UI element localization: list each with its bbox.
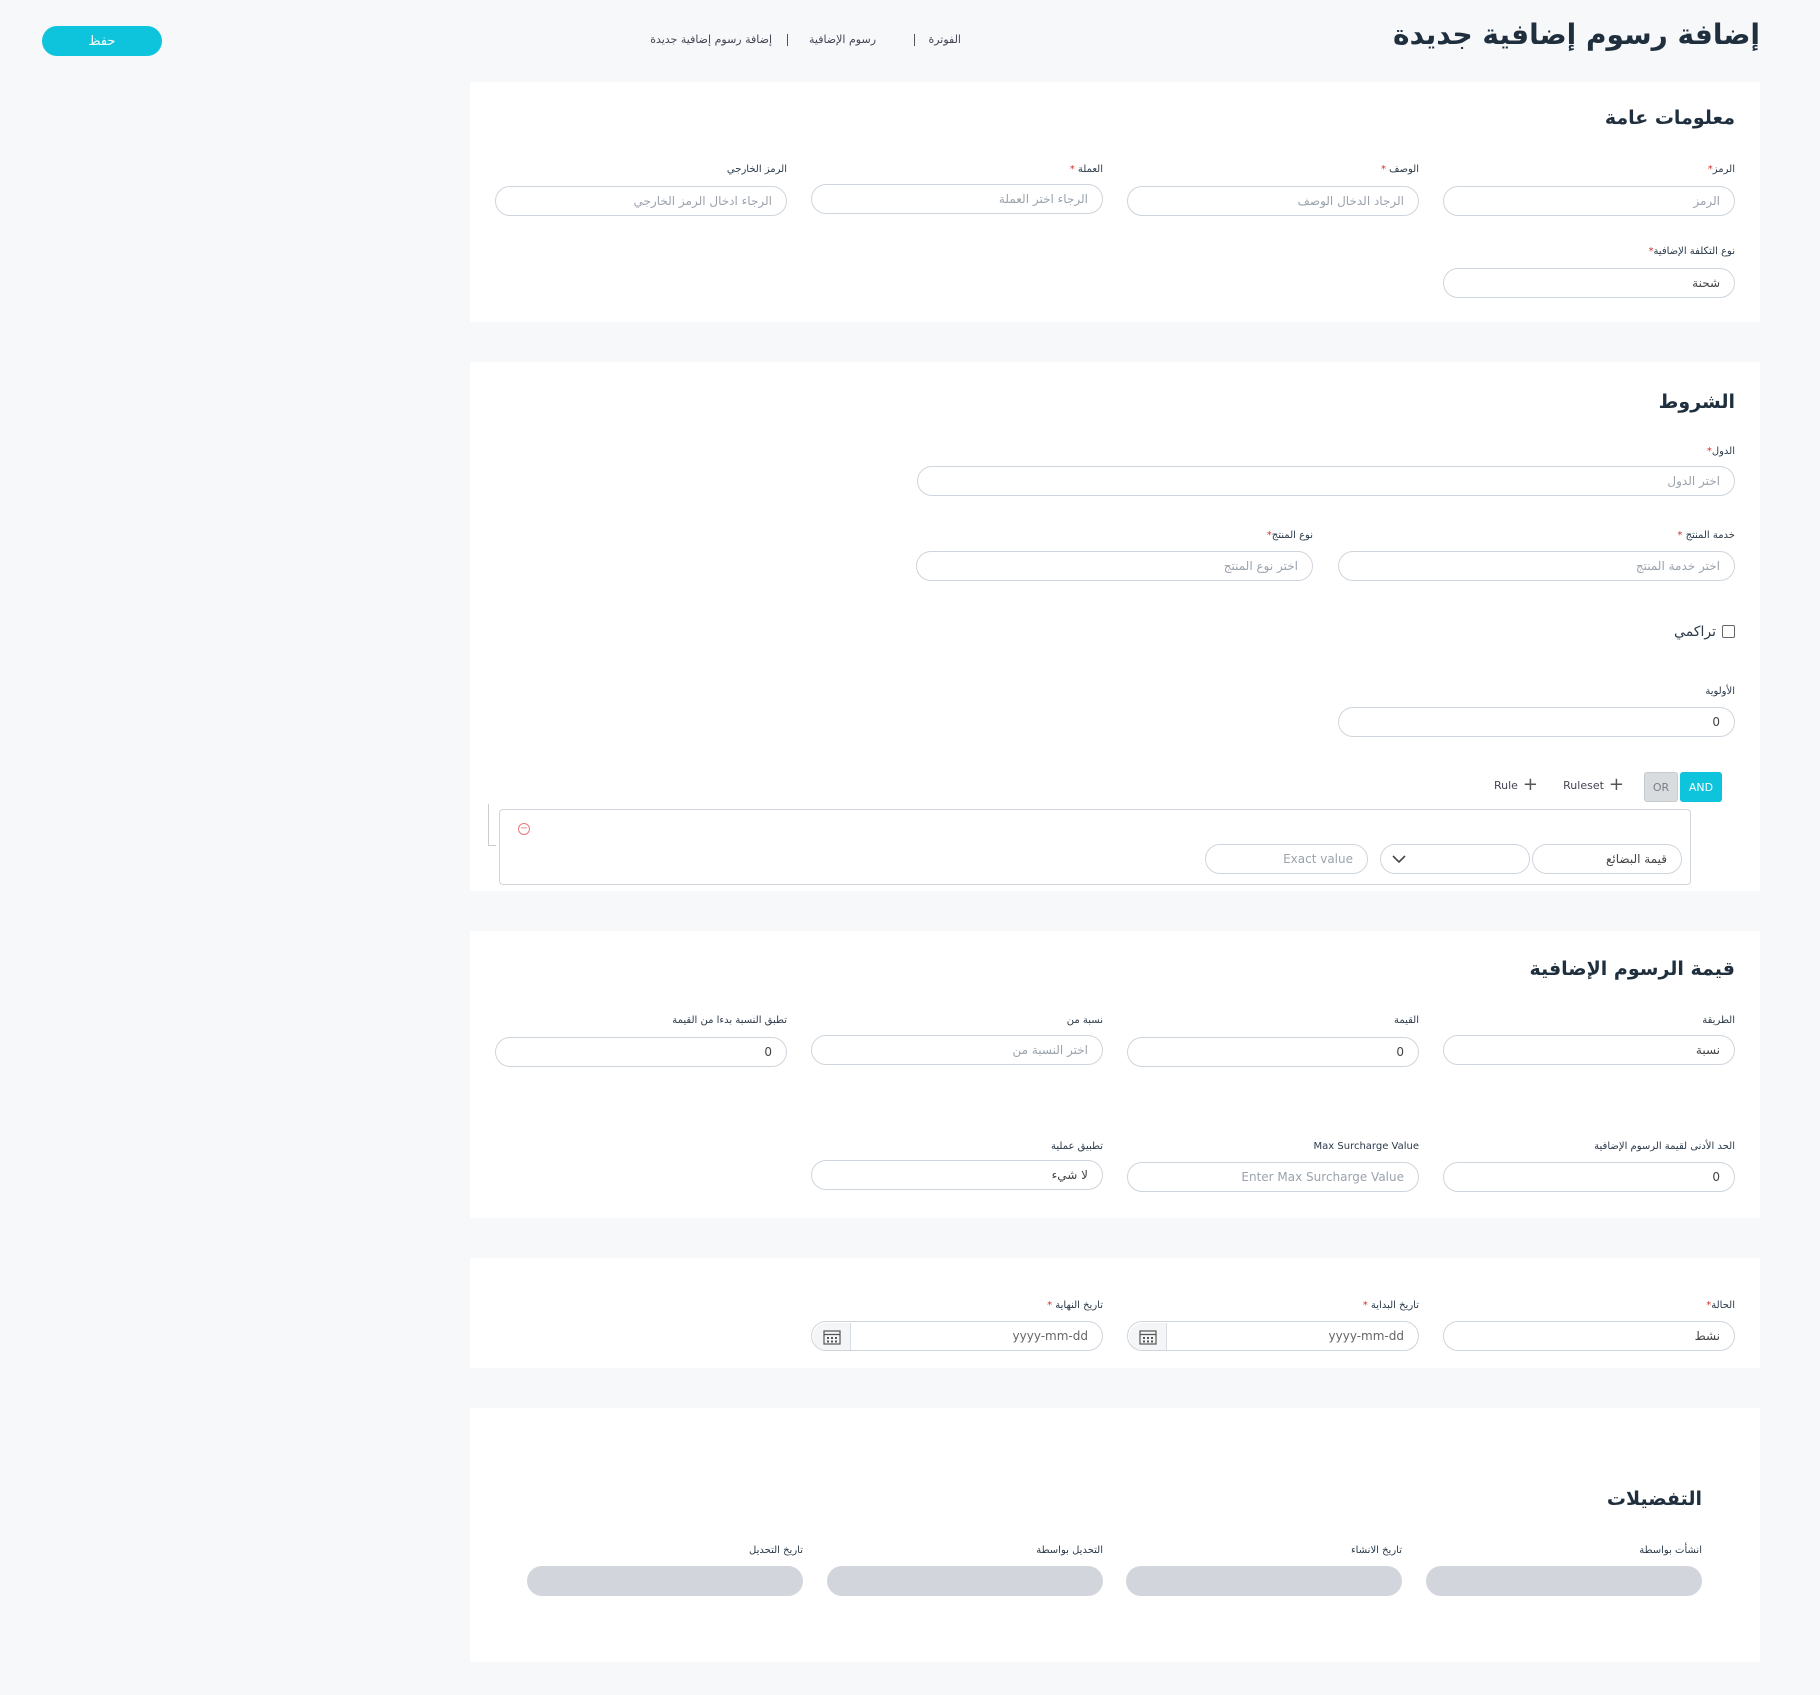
breadcrumb-separator — [914, 34, 915, 46]
created-by-label: انشأت بواسطة — [1639, 1545, 1702, 1556]
external-code-label: الرمز الخارجي — [726, 164, 787, 175]
end-date-placeholder: yyyy-mm-dd — [1012, 1329, 1088, 1343]
conditions-card: الشروط الدول* اختر الدول خدمة المنتج * ا… — [470, 362, 1760, 891]
min-value-input[interactable]: 0 — [1443, 1162, 1735, 1192]
rule-value-input[interactable]: Exact value — [1205, 844, 1368, 874]
description-input[interactable]: الرجاد الدخال الوصف — [1127, 186, 1419, 216]
breadcrumb-surcharges[interactable]: رسوم الإضافية — [809, 33, 876, 46]
condition-or-button[interactable]: OR — [1644, 772, 1678, 802]
surcharge-type-select[interactable]: شحنة — [1443, 268, 1735, 298]
rule-box: − قيمة البضائع Exact value — [499, 809, 1691, 885]
currency-select[interactable]: الرجاء اختر العملة — [811, 184, 1103, 214]
start-date-label: تاريخ البداية * — [1362, 1300, 1419, 1311]
rule-operator-select[interactable] — [1380, 844, 1530, 874]
condition-and-button[interactable]: AND — [1680, 772, 1722, 802]
surcharge-value-card: قيمة الرسوم الإضافية الطريقة نسبة القيمة… — [470, 931, 1760, 1218]
code-input[interactable]: الرمز — [1443, 186, 1735, 216]
cumulative-checkbox[interactable] — [1722, 625, 1735, 638]
general-info-card: معلومات عامة الرمز* الرمز الوصف * الرجاد… — [470, 82, 1760, 322]
product-type-label: نوع المنتج* — [1266, 530, 1313, 541]
chevron-down-icon — [1392, 855, 1406, 864]
percentage-of-select[interactable]: اختر النسبة من — [811, 1035, 1103, 1065]
conditions-title: الشروط — [1658, 391, 1735, 413]
ruleset-label: Ruleset — [1563, 778, 1604, 792]
priority-input[interactable]: 0 — [1338, 707, 1735, 737]
currency-label: العملة * — [1069, 164, 1103, 175]
product-service-select[interactable]: اختر خدمة المنتج — [1338, 551, 1735, 581]
rule-label: Rule — [1493, 778, 1518, 792]
apply-process-label: تطبيق عملية — [1051, 1141, 1103, 1152]
min-value-label: الحد الأدنى لقيمة الرسوم الإضافية — [1594, 1141, 1735, 1152]
remove-rule-icon[interactable]: − — [518, 823, 530, 835]
apply-from-label: تطبق النسبة بدءا من القيمة — [672, 1015, 787, 1026]
page-title: إضافة رسوم إضافية جديدة — [1393, 18, 1760, 51]
priority-label: الأولوية — [1705, 686, 1735, 697]
description-label: الوصف * — [1380, 164, 1419, 175]
status-select[interactable]: نشط — [1443, 1321, 1735, 1351]
external-code-input[interactable]: الرجاء ادخال الرمز الخارجي — [495, 186, 787, 216]
apply-from-input[interactable]: 0 — [495, 1037, 787, 1067]
general-info-title: معلومات عامة — [1604, 107, 1735, 129]
amount-label: القيمة — [1393, 1015, 1419, 1026]
end-date-input[interactable]: yyyy-mm-dd — [811, 1321, 1103, 1351]
method-select[interactable]: نسبة — [1443, 1035, 1735, 1065]
created-date-label: تاريخ الانشاء — [1350, 1545, 1402, 1556]
start-date-input[interactable]: yyyy-mm-dd — [1127, 1321, 1419, 1351]
modified-by-label: التحديل بواسطة — [1036, 1545, 1103, 1556]
rule-field-select[interactable]: قيمة البضائع — [1532, 844, 1682, 874]
calendar-icon[interactable] — [1129, 1323, 1167, 1350]
countries-label: الدول* — [1706, 446, 1735, 457]
breadcrumb-billing[interactable]: الفوترة — [928, 33, 961, 46]
max-value-label: Max Surcharge Value — [1313, 1141, 1419, 1152]
apply-process-select[interactable]: لا شيء — [811, 1160, 1103, 1190]
modified-date-label: تاريخ التحديل — [749, 1545, 803, 1556]
product-type-select[interactable]: اختر نوع المنتج — [916, 551, 1313, 581]
modified-by-field — [827, 1566, 1103, 1596]
max-value-input[interactable]: Enter Max Surcharge Value — [1127, 1162, 1419, 1192]
amount-input[interactable]: 0 — [1127, 1037, 1419, 1067]
rule-connector-line — [488, 804, 496, 846]
end-date-label: تاريخ النهاية * — [1047, 1300, 1103, 1311]
details-card: التفضيلات انشأت بواسطة تاريخ الانشاء الت… — [470, 1408, 1760, 1662]
countries-select[interactable]: اختر الدول — [917, 466, 1735, 496]
breadcrumb-separator — [787, 34, 788, 46]
code-label: الرمز* — [1707, 164, 1735, 175]
calendar-icon[interactable] — [813, 1323, 851, 1350]
method-label: الطريقة — [1702, 1015, 1735, 1026]
product-service-label: خدمة المنتج * — [1677, 530, 1735, 541]
save-button[interactable]: حفظ — [42, 26, 162, 56]
add-ruleset-button[interactable]: Ruleset + — [1563, 776, 1624, 794]
status-card: الحالة* نشط تاريخ البداية * yyyy-mm-dd ت… — [470, 1258, 1760, 1368]
plus-icon: + — [1522, 774, 1538, 795]
percentage-of-label: نسبة من — [1066, 1015, 1103, 1026]
start-date-placeholder: yyyy-mm-dd — [1328, 1329, 1404, 1343]
surcharge-value-title: قيمة الرسوم الإضافية — [1529, 958, 1735, 980]
plus-icon: + — [1608, 774, 1624, 795]
add-rule-button[interactable]: Rule + — [1494, 776, 1538, 794]
breadcrumb-current: إضافة رسوم إضافية جديدة — [650, 33, 772, 46]
surcharge-type-label: نوع التكلفة الإضافية* — [1648, 246, 1735, 257]
created-by-field — [1426, 1566, 1702, 1596]
created-date-field — [1126, 1566, 1402, 1596]
status-label: الحالة* — [1706, 1300, 1735, 1311]
details-title: التفضيلات — [1606, 1488, 1702, 1510]
modified-date-field — [527, 1566, 803, 1596]
cumulative-label: تراكمي — [1674, 624, 1716, 640]
